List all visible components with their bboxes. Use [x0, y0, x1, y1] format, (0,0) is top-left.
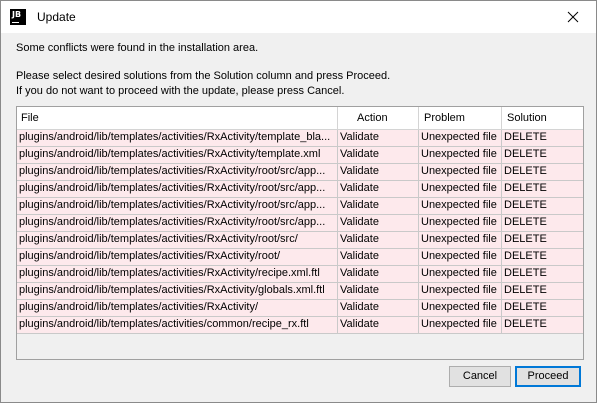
- file-cell: plugins/android/lib/templates/activities…: [17, 266, 338, 282]
- file-cell: plugins/android/lib/templates/activities…: [17, 147, 338, 163]
- action-cell: Validate: [338, 317, 419, 333]
- problem-cell: Unexpected file: [419, 232, 502, 248]
- solution-cell[interactable]: DELETE: [502, 300, 583, 316]
- table-row[interactable]: plugins/android/lib/templates/activities…: [17, 249, 583, 266]
- table-row[interactable]: plugins/android/lib/templates/activities…: [17, 266, 583, 283]
- action-cell: Validate: [338, 198, 419, 214]
- file-cell: plugins/android/lib/templates/activities…: [17, 232, 338, 248]
- action-cell: Validate: [338, 249, 419, 265]
- action-cell: Validate: [338, 181, 419, 197]
- cancel-hint-message: If you do not want to proceed with the u…: [16, 85, 345, 97]
- table-row[interactable]: plugins/android/lib/templates/activities…: [17, 215, 583, 232]
- file-cell: plugins/android/lib/templates/activities…: [17, 300, 338, 316]
- file-cell: plugins/android/lib/templates/activities…: [17, 181, 338, 197]
- solution-cell[interactable]: DELETE: [502, 181, 583, 197]
- column-header-solution[interactable]: Solution: [502, 107, 583, 129]
- table-row[interactable]: plugins/android/lib/templates/activities…: [17, 130, 583, 147]
- problem-cell: Unexpected file: [419, 283, 502, 299]
- solution-cell[interactable]: DELETE: [502, 283, 583, 299]
- solution-cell[interactable]: DELETE: [502, 164, 583, 180]
- problem-cell: Unexpected file: [419, 147, 502, 163]
- action-cell: Validate: [338, 283, 419, 299]
- close-button[interactable]: [550, 1, 596, 33]
- solution-cell[interactable]: DELETE: [502, 317, 583, 333]
- solution-cell[interactable]: DELETE: [502, 198, 583, 214]
- problem-cell: Unexpected file: [419, 130, 502, 146]
- column-header-action[interactable]: Action: [338, 107, 419, 129]
- action-cell: Validate: [338, 147, 419, 163]
- jetbrains-logo-icon: JB: [10, 9, 26, 25]
- action-cell: Validate: [338, 130, 419, 146]
- action-cell: Validate: [338, 164, 419, 180]
- app-icon-text: JB: [12, 10, 22, 19]
- update-dialog: JB Update Some conflicts were found in t…: [0, 0, 597, 403]
- table-row[interactable]: plugins/android/lib/templates/activities…: [17, 164, 583, 181]
- table-row[interactable]: plugins/android/lib/templates/activities…: [17, 181, 583, 198]
- solution-cell[interactable]: DELETE: [502, 215, 583, 231]
- action-cell: Validate: [338, 266, 419, 282]
- file-cell: plugins/android/lib/templates/activities…: [17, 130, 338, 146]
- problem-cell: Unexpected file: [419, 198, 502, 214]
- window-title: Update: [37, 10, 76, 24]
- column-header-file[interactable]: File: [17, 107, 338, 129]
- table-header: File Action Problem Solution: [17, 107, 583, 130]
- solution-cell[interactable]: DELETE: [502, 130, 583, 146]
- file-cell: plugins/android/lib/templates/activities…: [17, 198, 338, 214]
- table-row[interactable]: plugins/android/lib/templates/activities…: [17, 300, 583, 317]
- action-cell: Validate: [338, 215, 419, 231]
- table-row[interactable]: plugins/android/lib/templates/activities…: [17, 198, 583, 215]
- problem-cell: Unexpected file: [419, 317, 502, 333]
- column-header-problem[interactable]: Problem: [419, 107, 502, 129]
- problem-cell: Unexpected file: [419, 300, 502, 316]
- table-row[interactable]: plugins/android/lib/templates/activities…: [17, 232, 583, 249]
- solution-cell[interactable]: DELETE: [502, 147, 583, 163]
- proceed-button[interactable]: Proceed: [515, 366, 581, 387]
- title-bar: JB Update: [1, 1, 596, 33]
- file-cell: plugins/android/lib/templates/activities…: [17, 249, 338, 265]
- problem-cell: Unexpected file: [419, 181, 502, 197]
- table-row[interactable]: plugins/android/lib/templates/activities…: [17, 283, 583, 300]
- solution-cell[interactable]: DELETE: [502, 249, 583, 265]
- action-cell: Validate: [338, 232, 419, 248]
- instruction-message: Please select desired solutions from the…: [16, 70, 391, 82]
- solution-cell[interactable]: DELETE: [502, 232, 583, 248]
- file-cell: plugins/android/lib/templates/activities…: [17, 215, 338, 231]
- action-cell: Validate: [338, 300, 419, 316]
- conflicts-table[interactable]: File Action Problem Solution plugins/and…: [16, 106, 584, 360]
- problem-cell: Unexpected file: [419, 266, 502, 282]
- table-row[interactable]: plugins/android/lib/templates/activities…: [17, 147, 583, 164]
- solution-cell[interactable]: DELETE: [502, 266, 583, 282]
- file-cell: plugins/android/lib/templates/activities…: [17, 164, 338, 180]
- file-cell: plugins/android/lib/templates/activities…: [17, 317, 338, 333]
- close-icon: [567, 11, 579, 23]
- table-body: plugins/android/lib/templates/activities…: [17, 130, 583, 334]
- cancel-button[interactable]: Cancel: [449, 366, 511, 387]
- problem-cell: Unexpected file: [419, 249, 502, 265]
- problem-cell: Unexpected file: [419, 215, 502, 231]
- conflict-message: Some conflicts were found in the install…: [16, 42, 259, 54]
- table-row[interactable]: plugins/android/lib/templates/activities…: [17, 317, 583, 334]
- problem-cell: Unexpected file: [419, 164, 502, 180]
- file-cell: plugins/android/lib/templates/activities…: [17, 283, 338, 299]
